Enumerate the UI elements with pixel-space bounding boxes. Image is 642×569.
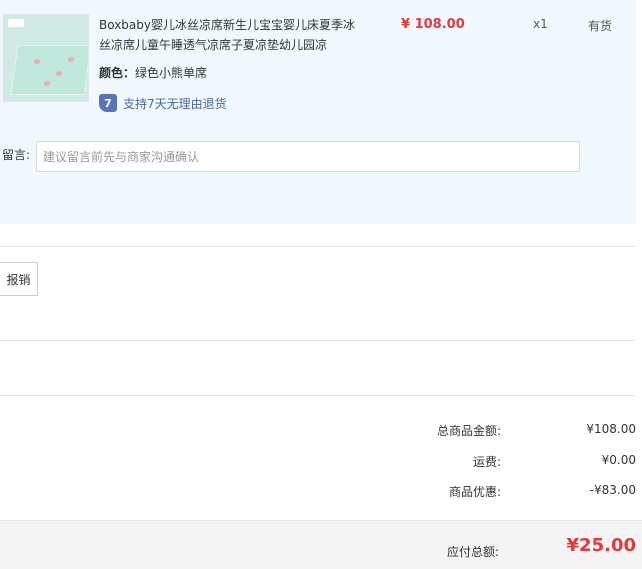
stock-status: 有货 <box>588 19 613 33</box>
discount-value: -¥83.00 <box>589 483 636 497</box>
subtotal-label: 总商品金额: <box>436 424 501 438</box>
divider <box>0 246 636 247</box>
color-key: 颜色： <box>99 66 136 80</box>
product-thumbnail[interactable] <box>3 14 89 102</box>
product-title[interactable]: Boxbaby婴儿冰丝凉席新生儿宝宝婴儿床夏季冰丝凉席儿童午睡透气凉席子夏凉垫幼… <box>99 15 359 55</box>
total-bar: 应付总额: ¥25.00 <box>0 520 642 569</box>
message-label: 留言: <box>2 148 31 162</box>
reimburse-button[interactable]: 报销 <box>0 262 38 296</box>
mat-pattern-dot <box>34 59 40 64</box>
order-item-panel: Boxbaby婴儿冰丝凉席新生儿宝宝婴儿床夏季冰丝凉席儿童午睡透气凉席子夏凉垫幼… <box>0 0 636 224</box>
quantity: x1 <box>533 17 548 31</box>
subtotal-value: ¥108.00 <box>586 422 636 436</box>
shipping-label: 运费: <box>472 455 501 469</box>
total-label: 应付总额: <box>446 545 499 559</box>
mat-pattern-dot <box>44 81 50 86</box>
return-policy[interactable]: 7 支持7天无理由退货 <box>99 94 227 112</box>
divider <box>0 340 636 341</box>
mat-pattern-dot <box>56 71 62 76</box>
color-attribute: 颜色：绿色小熊单席 <box>99 64 207 81</box>
divider <box>0 395 636 396</box>
unit-price: ¥ 108.00 <box>401 17 465 32</box>
message-input[interactable] <box>36 141 580 172</box>
seven-day-return-icon: 7 <box>99 94 117 112</box>
brand-logo <box>8 19 24 27</box>
total-value: ¥25.00 <box>566 535 636 556</box>
mat-pattern-dot <box>68 57 74 62</box>
shipping-value: ¥0.00 <box>601 453 636 467</box>
mat-graphic <box>10 45 88 95</box>
return-policy-text: 支持7天无理由退货 <box>123 96 227 111</box>
color-value: 绿色小熊单席 <box>135 66 208 80</box>
discount-label: 商品优惠: <box>448 485 501 499</box>
